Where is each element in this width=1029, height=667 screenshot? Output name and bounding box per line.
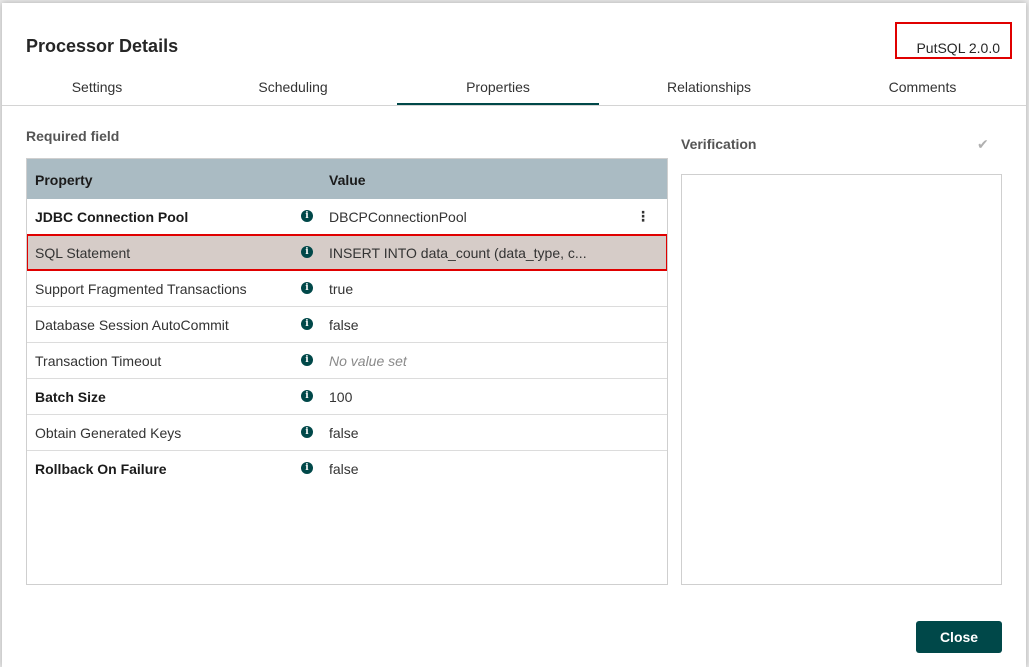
tab-comments[interactable]: Comments xyxy=(819,65,1026,105)
column-header-value[interactable]: Value xyxy=(329,172,366,188)
info-icon[interactable]: i xyxy=(301,426,313,438)
property-name: Database Session AutoCommit xyxy=(35,317,229,333)
property-name: JDBC Connection Pool xyxy=(35,209,189,225)
info-icon[interactable]: i xyxy=(301,246,313,258)
table-row[interactable]: Transaction Timeout i No value set xyxy=(27,343,667,379)
property-name: Rollback On Failure xyxy=(35,461,167,477)
property-name: Obtain Generated Keys xyxy=(35,425,182,441)
tab-relationships[interactable]: Relationships xyxy=(599,65,819,105)
table-row[interactable]: Obtain Generated Keys i false xyxy=(27,415,667,451)
version-highlight: PutSQL 2.0.0 xyxy=(895,22,1012,59)
property-name: Transaction Timeout xyxy=(35,353,162,369)
table-row[interactable]: Support Fragmented Transactions i true xyxy=(27,271,667,307)
property-value[interactable]: INSERT INTO data_count (data_type, c... xyxy=(329,245,587,261)
info-icon[interactable]: i xyxy=(301,282,313,294)
table-row[interactable]: Database Session AutoCommit i false xyxy=(27,307,667,343)
info-icon[interactable]: i xyxy=(301,354,313,366)
property-value[interactable]: false xyxy=(329,317,359,333)
more-options-icon[interactable]: ⋮ xyxy=(636,208,650,225)
tab-scheduling[interactable]: Scheduling xyxy=(192,65,394,105)
verification-panel xyxy=(681,174,1002,585)
processor-version: PutSQL 2.0.0 xyxy=(916,40,1000,56)
property-name: SQL Statement xyxy=(35,245,131,261)
table-row[interactable]: Rollback On Failure i false xyxy=(27,451,667,487)
table-row[interactable]: JDBC Connection Pool i DBCPConnectionPoo… xyxy=(27,199,667,235)
info-icon[interactable]: i xyxy=(301,462,313,474)
tab-settings[interactable]: Settings xyxy=(2,65,192,105)
table-row[interactable]: SQL Statement i INSERT INTO data_count (… xyxy=(27,234,667,271)
required-field-label: Required field xyxy=(26,128,120,144)
table-row[interactable]: Batch Size i 100 xyxy=(27,379,667,415)
property-value[interactable]: DBCPConnectionPool xyxy=(329,209,467,225)
property-value[interactable]: false xyxy=(329,461,359,477)
property-value[interactable]: true xyxy=(329,281,353,297)
property-name: Support Fragmented Transactions xyxy=(35,281,247,297)
dialog-title: Processor Details xyxy=(26,36,179,56)
table-header: Property Value xyxy=(27,159,667,199)
tab-bar: Settings Scheduling Properties Relations… xyxy=(2,65,1026,106)
column-header-property[interactable]: Property xyxy=(35,172,93,188)
property-name: Batch Size xyxy=(35,389,106,405)
properties-table: Property Value JDBC Connection Pool i DB… xyxy=(26,158,668,585)
tab-properties[interactable]: Properties xyxy=(397,65,599,105)
property-value[interactable]: false xyxy=(329,425,359,441)
property-value[interactable]: 100 xyxy=(329,389,352,405)
info-icon[interactable]: i xyxy=(301,210,313,222)
check-icon[interactable]: ✔ xyxy=(977,136,989,153)
info-icon[interactable]: i xyxy=(301,318,313,330)
property-value[interactable]: No value set xyxy=(329,353,407,369)
processor-details-dialog: Processor Details PutSQL 2.0.0 Settings … xyxy=(2,3,1026,667)
close-button[interactable]: Close xyxy=(916,621,1002,653)
verification-label: Verification xyxy=(681,136,757,152)
info-icon[interactable]: i xyxy=(301,390,313,402)
